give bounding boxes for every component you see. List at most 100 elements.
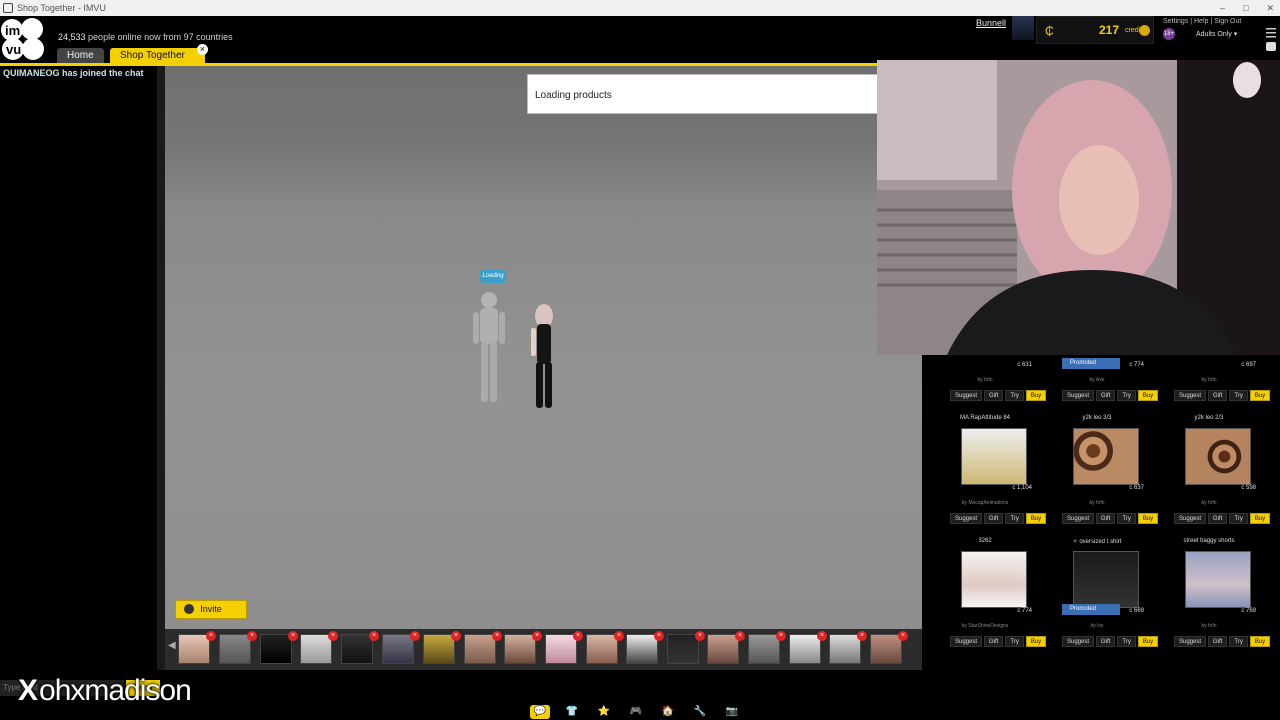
suggest-button[interactable]: Suggest — [1174, 513, 1207, 524]
suggest-button[interactable]: Suggest — [950, 390, 983, 401]
outfit-item[interactable]: × — [545, 631, 583, 664]
try-button[interactable]: Try — [1229, 513, 1248, 524]
invite-button[interactable]: Invite — [175, 600, 247, 619]
product-name[interactable]: y2k leo 3/3 — [1042, 415, 1152, 421]
strip-left-arrow-icon[interactable]: ◀ — [168, 640, 176, 651]
gift-button[interactable]: Gift — [1208, 390, 1228, 401]
remove-item-icon[interactable]: × — [247, 631, 257, 641]
credits-panel[interactable]: ₵ 217 credits — [1036, 16, 1154, 44]
product-image[interactable] — [1073, 551, 1139, 608]
remove-item-icon[interactable]: × — [817, 631, 827, 641]
try-button[interactable]: Try — [1005, 513, 1024, 524]
product-tile[interactable]: street baggy shorts c 769 by fofo Sugges… — [1154, 538, 1271, 656]
hamburger-icon[interactable] — [1262, 16, 1280, 66]
gift-button[interactable]: Gift — [984, 390, 1004, 401]
product-name[interactable]: 3262 — [930, 538, 1040, 544]
product-tile[interactable]: MA RapAttitude 84 c 1,104 by MocapAnimat… — [930, 415, 1047, 533]
product-creator[interactable]: by fofo — [1042, 500, 1152, 506]
camera-icon[interactable]: 📷 — [722, 705, 742, 719]
remove-item-icon[interactable]: × — [206, 631, 216, 641]
product-creator[interactable]: by StarShineDesigns — [930, 623, 1040, 629]
product-image[interactable] — [1073, 428, 1139, 485]
remove-item-icon[interactable]: × — [328, 631, 338, 641]
tab-shop-together[interactable]: Shop Together × — [110, 44, 208, 63]
shirt-icon[interactable]: 👕 — [562, 705, 582, 719]
product-creator[interactable]: by fofo — [1154, 623, 1264, 629]
product-creator[interactable]: by Axe — [1042, 377, 1152, 383]
product-name[interactable]: y2k leo 2/3 — [1154, 415, 1264, 421]
avatar[interactable] — [1012, 16, 1034, 40]
maximize-button[interactable]: □ — [1243, 0, 1248, 16]
product-creator[interactable]: by fofo — [930, 377, 1040, 383]
gift-button[interactable]: Gift — [1096, 390, 1116, 401]
try-button[interactable]: Try — [1117, 636, 1136, 647]
try-button[interactable]: Try — [1117, 390, 1136, 401]
outfit-item[interactable]: × — [382, 631, 420, 664]
remove-item-icon[interactable]: × — [451, 631, 461, 641]
product-creator[interactable]: by fofo — [1154, 377, 1264, 383]
product-creator[interactable]: by fofo — [1154, 500, 1264, 506]
username-link[interactable]: Bunnell — [976, 18, 1006, 28]
product-tile[interactable]: 3262 c 774 by StarShineDesigns Suggest G… — [930, 538, 1047, 656]
loading-avatar-placeholder[interactable] — [470, 286, 508, 406]
remove-item-icon[interactable]: × — [573, 631, 583, 641]
remove-item-icon[interactable]: × — [695, 631, 705, 641]
outfit-item[interactable]: × — [586, 631, 624, 664]
gift-button[interactable]: Gift — [1096, 636, 1116, 647]
chat-splitter[interactable] — [157, 66, 165, 670]
outfit-item[interactable]: × — [178, 631, 216, 664]
remove-item-icon[interactable]: × — [735, 631, 745, 641]
remove-item-icon[interactable]: × — [898, 631, 908, 641]
suggest-button[interactable]: Suggest — [1062, 513, 1095, 524]
try-button[interactable]: Try — [1005, 636, 1024, 647]
outfit-item[interactable]: × — [748, 631, 786, 664]
product-image[interactable] — [1185, 551, 1251, 608]
suggest-button[interactable]: Suggest — [1174, 636, 1207, 647]
side-menu[interactable] — [1262, 16, 1280, 66]
buy-button[interactable]: Buy — [1249, 513, 1271, 524]
remove-item-icon[interactable]: × — [776, 631, 786, 641]
product-tile[interactable]: y2k leo 2/3 c 598 by fofo Suggest Gift T… — [1154, 415, 1271, 533]
try-button[interactable]: Try — [1229, 390, 1248, 401]
close-tab-icon[interactable]: × — [196, 44, 208, 55]
outfit-item[interactable]: × — [423, 631, 461, 664]
outfit-item[interactable]: × — [260, 631, 298, 664]
product-tile[interactable]: y2k leo 3/3 c 637 by fofo Suggest Gift T… — [1042, 415, 1159, 533]
imvu-logo[interactable]: im vu — [0, 16, 46, 63]
product-name[interactable]: MA RapAttitude 84 — [930, 415, 1040, 421]
outfit-item[interactable]: × — [789, 631, 827, 664]
suggest-button[interactable]: Suggest — [950, 513, 983, 524]
tools-icon[interactable]: 🔧 — [690, 705, 710, 719]
remove-item-icon[interactable]: × — [532, 631, 542, 641]
gift-button[interactable]: Gift — [1208, 636, 1228, 647]
game-icon[interactable]: 🎮 — [626, 705, 646, 719]
outfit-item[interactable]: × — [464, 631, 502, 664]
outfit-item[interactable]: × — [707, 631, 745, 664]
remove-item-icon[interactable]: × — [857, 631, 867, 641]
product-creator[interactable]: by Ivy — [1042, 623, 1152, 629]
suggest-button[interactable]: Suggest — [1062, 636, 1095, 647]
remove-item-icon[interactable]: × — [654, 631, 664, 641]
remove-item-icon[interactable]: × — [492, 631, 502, 641]
product-tile[interactable]: ✧ oversized t shirt Promoted c 669 by Iv… — [1042, 538, 1159, 656]
chat-bubble-icon[interactable]: 💬 — [530, 705, 550, 719]
outfit-item[interactable]: × — [829, 631, 867, 664]
adults-only-dropdown[interactable]: Adults Only ▾ — [1196, 30, 1237, 38]
minimize-button[interactable]: – — [1220, 0, 1225, 16]
product-image[interactable] — [961, 551, 1027, 608]
account-links[interactable]: Settings | Help | Sign Out — [1163, 18, 1241, 25]
remove-item-icon[interactable]: × — [369, 631, 379, 641]
user-avatar[interactable] — [528, 302, 560, 412]
product-creator[interactable]: by MocapAnimations — [930, 500, 1040, 506]
try-button[interactable]: Try — [1005, 390, 1024, 401]
outfit-item[interactable]: × — [341, 631, 379, 664]
product-image[interactable] — [961, 428, 1027, 485]
product-image[interactable] — [1185, 428, 1251, 485]
outfit-item[interactable]: × — [667, 631, 705, 664]
suggest-button[interactable]: Suggest — [1174, 390, 1207, 401]
gift-button[interactable]: Gift — [984, 636, 1004, 647]
gift-button[interactable]: Gift — [1208, 513, 1228, 524]
remove-item-icon[interactable]: × — [410, 631, 420, 641]
outfit-item[interactable]: × — [870, 631, 908, 664]
gift-button[interactable]: Gift — [1096, 513, 1116, 524]
